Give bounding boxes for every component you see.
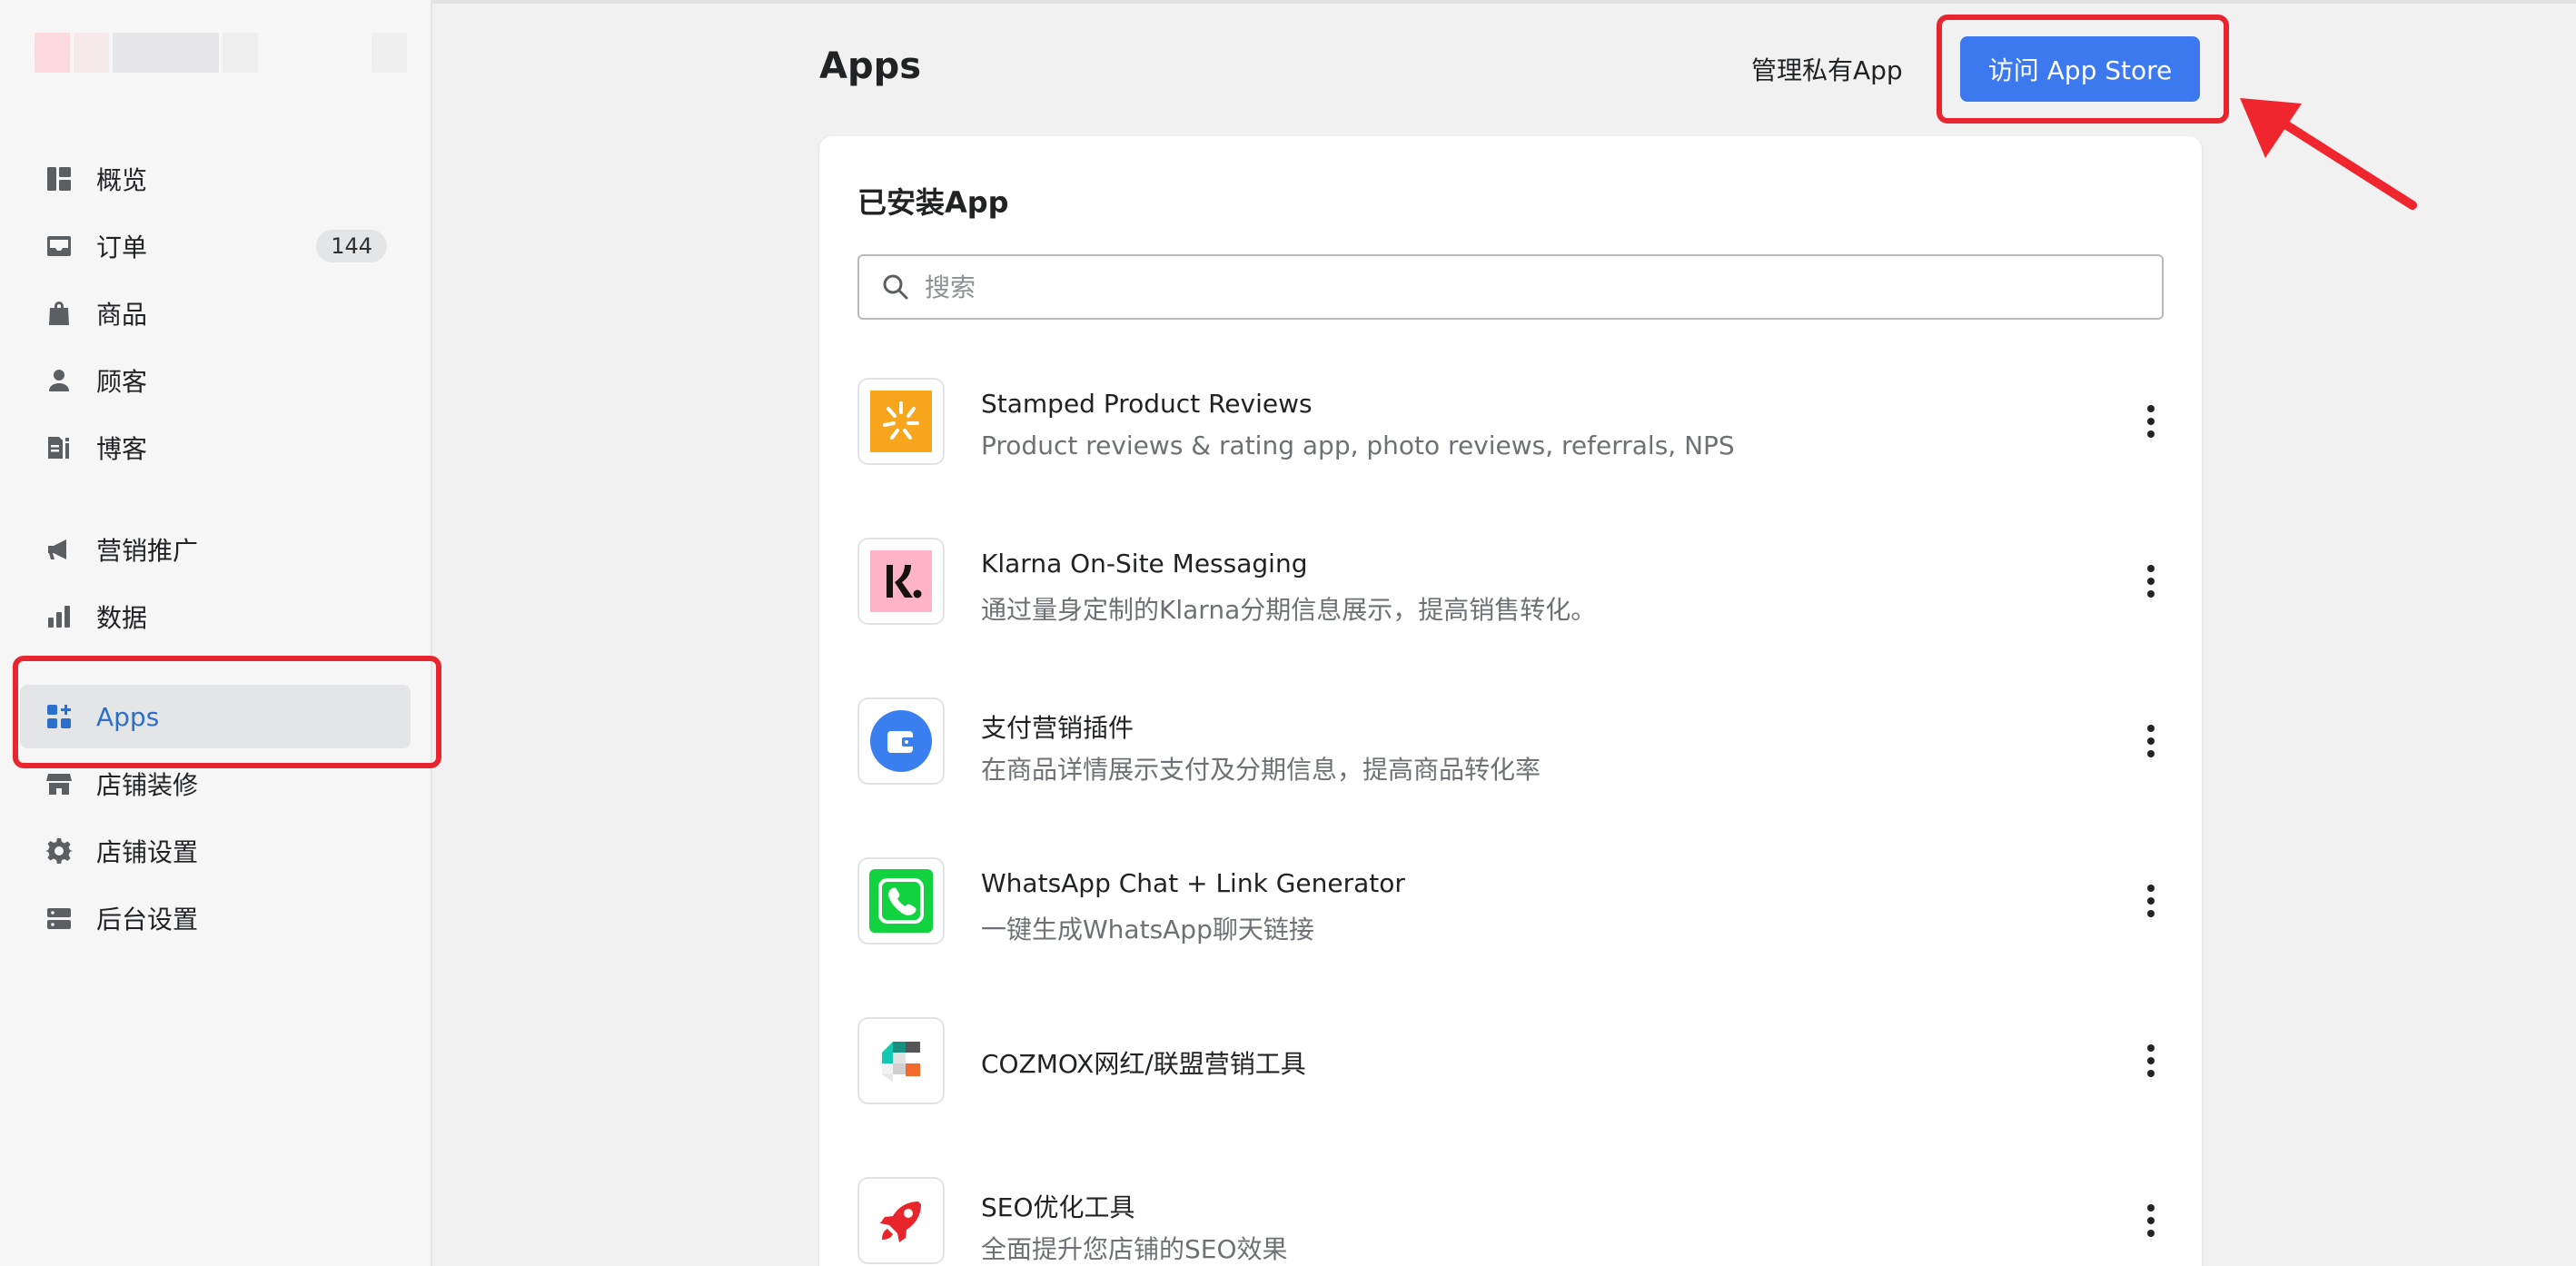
sidebar-item-overview[interactable]: 概览 [20,147,411,211]
manage-private-apps-link[interactable]: 管理私有App [1751,51,1903,87]
sidebar-item-label: 店铺装修 [96,770,199,800]
storefront-icon [44,768,74,799]
dot [2147,418,2155,425]
app-row-stamped[interactable]: Stamped Product Reviews Product reviews … [857,378,2164,469]
sidebar-item-label: 订单 [96,232,148,262]
more-options-button[interactable] [2138,1041,2164,1081]
sidebar-item-label: 营销推广 [96,536,199,566]
dot [2147,1070,2155,1077]
app-row-klarna[interactable]: Klarna On-Site Messaging 通过量身定制的Klarna分期… [857,538,2164,628]
annotation-arrow-icon [2240,98,2417,210]
dot [2147,897,2155,905]
sidebar-item-analytics[interactable]: 数据 [20,585,411,648]
more-options-button[interactable] [2138,561,2164,601]
megaphone-icon [44,534,74,565]
page-title: Apps [819,45,922,87]
dot [2147,1230,2155,1237]
sidebar-item-label: 商品 [96,300,148,330]
sidebar-item-label: 后台设置 [96,905,199,935]
orders-count-badge: 144 [316,230,387,262]
person-icon [44,365,74,396]
dot [2147,565,2155,572]
dot [2147,1044,2155,1052]
klarna-icon [857,538,945,625]
apps-icon [44,701,74,732]
search-input[interactable] [925,272,2162,302]
sidebar-item-label: 概览 [96,165,148,195]
sidebar-item-customers[interactable]: 顾客 [20,349,411,412]
app-name: Stamped Product Reviews [981,389,1313,419]
app-name: COZMOX网红/联盟营销工具 [981,1049,1306,1079]
app-name: Klarna On-Site Messaging [981,549,1308,579]
sidebar-item-online-store[interactable]: 店铺装修 [20,752,411,816]
dot [2147,578,2155,585]
app-name: 支付营销插件 [981,713,1134,743]
app-row-seo[interactable]: SEO优化工具 全面提升您店铺的SEO效果 [857,1177,2164,1266]
bar-chart-icon [44,601,74,632]
app-row-whatsapp[interactable]: WhatsApp Chat + Link Generator 一键生成Whats… [857,857,2164,948]
shopping-bag-icon [44,298,74,329]
store-logo-blurred [35,33,407,114]
server-icon [44,903,74,934]
cozmox-icon [857,1017,945,1104]
inbox-icon [44,231,74,262]
dot [2147,590,2155,598]
dot [2147,885,2155,892]
app-row-cozmox[interactable]: COZMOX网红/联盟营销工具 [857,1017,2164,1108]
app-name: SEO优化工具 [981,1192,1135,1222]
sidebar-item-blog[interactable]: 博客 [20,416,411,480]
visit-app-store-button[interactable]: 访问 App Store [1960,36,2200,102]
installed-apps-card: 已安装App Stamped Product Re [819,136,2202,1266]
sidebar-item-apps[interactable]: Apps [20,685,411,748]
blog-icon [44,432,74,463]
sidebar-item-label: 数据 [96,603,148,633]
sidebar-item-admin-settings[interactable]: 后台设置 [20,886,411,950]
more-options-button[interactable] [2138,881,2164,921]
app-search-box[interactable] [857,254,2164,320]
sidebar-item-label: Apps [96,701,160,732]
whatsapp-phone-icon [857,857,945,945]
dot [2147,750,2155,757]
dot [2147,1204,2155,1212]
dot [2147,430,2155,438]
more-options-button[interactable] [2138,721,2164,761]
sidebar-item-orders[interactable]: 订单 144 [20,214,411,278]
overview-icon [44,163,74,194]
dot [2147,405,2155,412]
app-description: Product reviews & rating app, photo revi… [981,430,1735,460]
app-description: 一键生成WhatsApp聊天链接 [981,915,1314,945]
sidebar-item-marketing[interactable]: 营销推广 [20,518,411,581]
dot [2147,1057,2155,1064]
sidebar-item-products[interactable]: 商品 [20,282,411,345]
app-description: 全面提升您店铺的SEO效果 [981,1234,1288,1264]
dot [2147,1217,2155,1224]
gear-icon [44,836,74,866]
app-description: 在商品详情展示支付及分期信息，提高商品转化率 [981,755,1541,785]
sidebar-item-store-settings[interactable]: 店铺设置 [20,819,411,883]
sidebar-item-label: 博客 [96,434,148,464]
sidebar: 概览 订单 144 商品 顾客 博客 营销推广 数据 Apps 店铺装修 店铺设… [0,0,432,1266]
dot [2147,737,2155,745]
app-row-payment-marketing[interactable]: 支付营销插件 在商品详情展示支付及分期信息，提高商品转化率 [857,697,2164,788]
wallet-icon [857,697,945,785]
app-description: 通过量身定制的Klarna分期信息展示，提高销售转化。 [981,595,1597,625]
sidebar-item-label: 顾客 [96,367,148,397]
installed-apps-title: 已安装App [857,185,1009,220]
app-name: WhatsApp Chat + Link Generator [981,868,1405,898]
more-options-button[interactable] [2138,401,2164,441]
dot [2147,725,2155,732]
rocket-icon [857,1177,945,1264]
sidebar-item-label: 店铺设置 [96,837,199,867]
dot [2147,910,2155,917]
search-icon [883,274,908,300]
more-options-button[interactable] [2138,1201,2164,1241]
stamped-icon [857,378,945,465]
